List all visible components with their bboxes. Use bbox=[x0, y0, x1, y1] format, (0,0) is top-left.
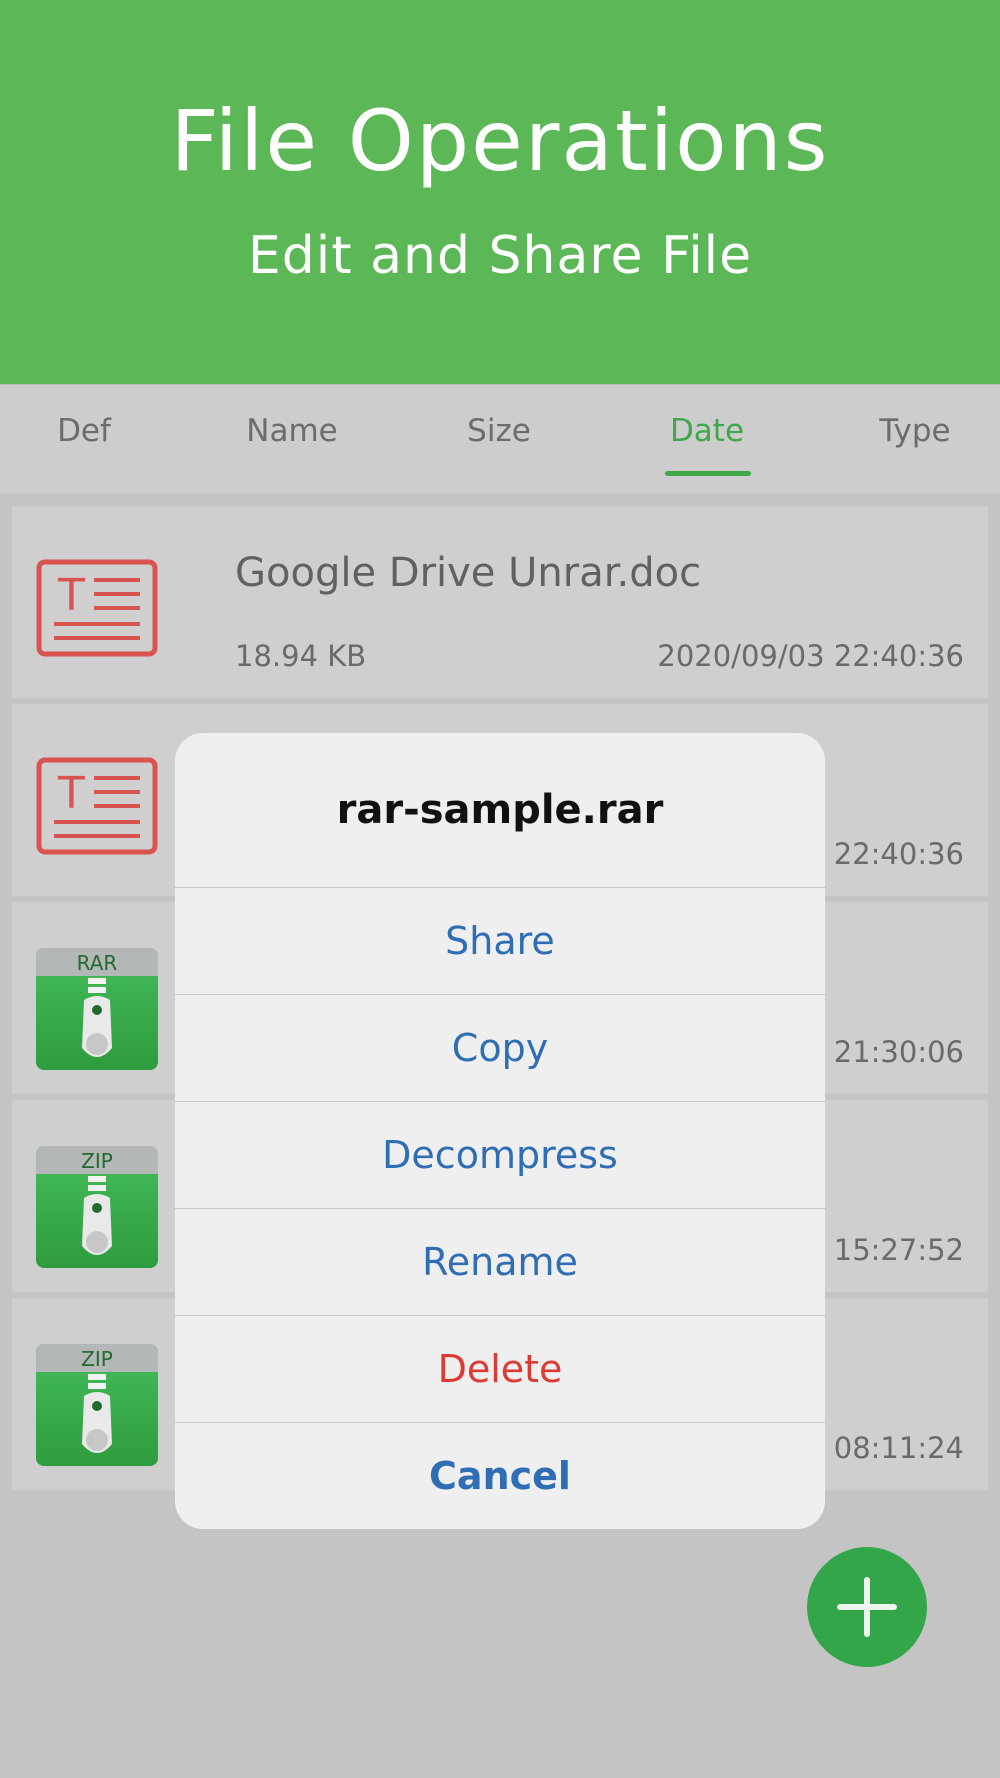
rar-icon: RAR bbox=[36, 948, 158, 1070]
add-button[interactable] bbox=[807, 1547, 927, 1667]
file-name: Google Drive Unrar.doc bbox=[235, 550, 702, 596]
svg-text:T: T bbox=[57, 768, 85, 819]
banner-subtitle: Edit and Share File bbox=[247, 226, 753, 286]
rename-button[interactable]: Rename bbox=[175, 1208, 825, 1315]
share-button[interactable]: Share bbox=[175, 887, 825, 994]
file-date: 15:27:52 bbox=[833, 1233, 964, 1267]
tab-date[interactable]: Date bbox=[607, 413, 807, 449]
file-date: 22:40:36 bbox=[833, 837, 964, 871]
decompress-button[interactable]: Decompress bbox=[175, 1101, 825, 1208]
file-action-sheet: rar-sample.rar Share Copy Decompress Ren… bbox=[175, 733, 825, 1529]
banner-title: File Operations bbox=[170, 92, 830, 190]
tab-type[interactable]: Type bbox=[815, 413, 1000, 449]
action-sheet-title: rar-sample.rar bbox=[336, 787, 664, 833]
svg-text:T: T bbox=[57, 570, 85, 621]
zip-icon: ZIP bbox=[36, 1344, 158, 1466]
file-date: 08:11:24 bbox=[833, 1431, 964, 1465]
zip-icon: ZIP bbox=[36, 1146, 158, 1268]
tab-def[interactable]: Def bbox=[0, 413, 184, 449]
doc-icon: T bbox=[36, 750, 158, 872]
delete-button[interactable]: Delete bbox=[175, 1315, 825, 1422]
doc-icon: T bbox=[36, 552, 158, 674]
active-tab-indicator bbox=[665, 471, 751, 476]
svg-text:ZIP: ZIP bbox=[81, 1149, 113, 1173]
sort-tabs: Def Name Size Date Type bbox=[0, 384, 1000, 493]
copy-button[interactable]: Copy bbox=[175, 994, 825, 1101]
file-row[interactable]: T Google Drive Unrar.doc 18.94 KB 2020/0… bbox=[12, 506, 988, 698]
cancel-button[interactable]: Cancel bbox=[175, 1422, 825, 1529]
plus-icon bbox=[837, 1577, 897, 1637]
file-date: 2020/09/03 22:40:36 bbox=[657, 639, 964, 673]
svg-text:RAR: RAR bbox=[77, 951, 118, 975]
tab-size[interactable]: Size bbox=[399, 413, 599, 449]
svg-text:ZIP: ZIP bbox=[81, 1347, 113, 1371]
file-size: 18.94 KB bbox=[235, 639, 367, 673]
file-date: 21:30:06 bbox=[833, 1035, 964, 1069]
tab-name[interactable]: Name bbox=[192, 413, 392, 449]
header-banner: File Operations Edit and Share File bbox=[0, 0, 1000, 384]
